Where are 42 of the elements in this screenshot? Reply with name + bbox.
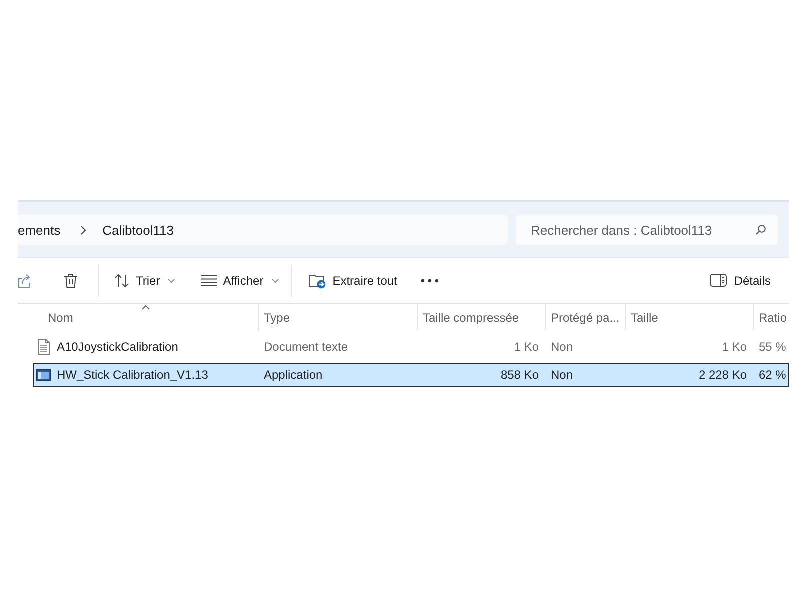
extract-all-button[interactable]: Extraire tout: [302, 266, 404, 294]
breadcrumb-item[interactable]: ements: [18, 222, 61, 238]
table-cell: Document texte: [264, 340, 348, 354]
column-header[interactable]: Type: [258, 304, 417, 331]
file-name: A10JoystickCalibration: [57, 340, 178, 354]
column-header[interactable]: Protégé pa...: [545, 304, 625, 331]
file-row[interactable]: A10JoystickCalibration Document texte 1 Ko Non 1 Ko 55 %: [33, 335, 789, 359]
caret-icon: [272, 278, 279, 282]
table-cell: 858 Ko: [500, 368, 539, 382]
view-button[interactable]: Afficher: [195, 268, 285, 294]
text-file-icon: [36, 339, 51, 355]
table-cell: 62 %: [759, 368, 786, 382]
side-panel-icon: [710, 274, 728, 287]
chevron-icon: [80, 226, 86, 234]
up-down-arrows-icon: [114, 272, 130, 288]
address-bar[interactable]: ements Calibtool113: [18, 215, 508, 245]
table-cell: Application: [264, 368, 323, 382]
table-cell: Non: [551, 340, 574, 354]
column-header[interactable]: Ratio: [753, 304, 789, 331]
details-button[interactable]: Détails: [704, 268, 777, 294]
table-cell: 1 Ko: [514, 340, 539, 354]
caret-icon: [168, 278, 176, 282]
search-icon: [756, 225, 766, 235]
table-cell: 2 228 Ko: [698, 368, 747, 382]
sort-button[interactable]: Trier: [108, 266, 182, 294]
column-header[interactable]: Taille compressée: [417, 304, 545, 331]
table-cell: 1 Ko: [722, 340, 747, 354]
folder-arrow-icon: [308, 272, 326, 288]
column-header[interactable]: Taille: [625, 304, 753, 331]
more-icon: [421, 278, 440, 282]
trash-icon: [63, 272, 79, 288]
breadcrumb-item[interactable]: Calibtool113: [102, 222, 174, 238]
table-cell: Non: [551, 368, 574, 382]
column-header[interactable]: Nom: [33, 304, 258, 331]
file-row[interactable]: HW_Stick Calibration_V1.13 Application 858 Ko Non 2 228 Ko 62 %: [33, 363, 789, 387]
search-field[interactable]: Rechercher dans : Calibtool113: [516, 215, 778, 245]
lines-icon: [201, 274, 218, 286]
share-icon: [18, 273, 31, 288]
table-cell: 55 %: [759, 340, 786, 354]
file-name: HW_Stick Calibration_V1.13: [57, 368, 208, 382]
application-window-icon: [36, 367, 51, 383]
sort-caret-icon: [142, 305, 150, 310]
